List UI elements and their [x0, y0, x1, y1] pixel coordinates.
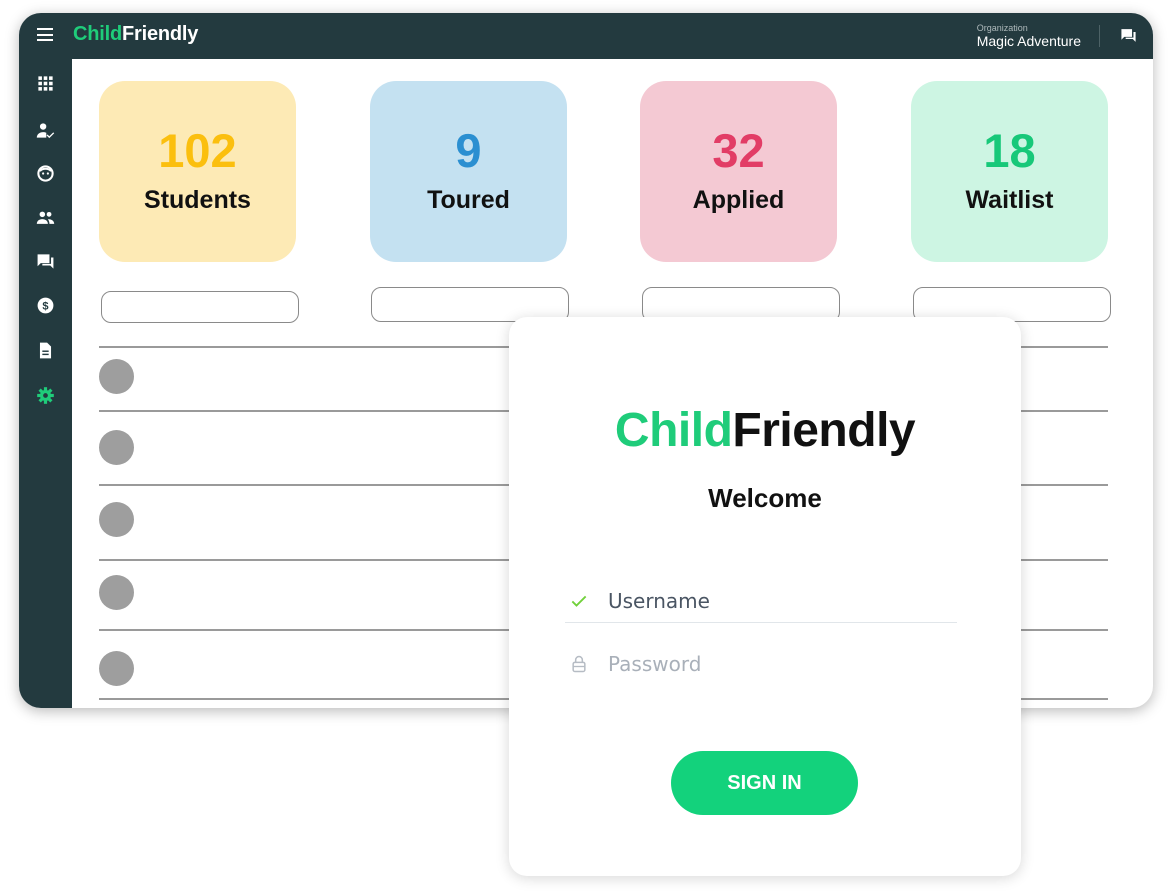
- menu-icon[interactable]: [37, 28, 53, 41]
- lock-icon: [572, 655, 586, 673]
- logo-child-text: Child: [614, 404, 733, 457]
- dollar-icon[interactable]: $: [36, 296, 55, 315]
- stat-value: 9: [455, 124, 482, 177]
- login-card: ChildFriendly Welcome Username Password …: [509, 317, 1021, 876]
- person-check-icon[interactable]: [36, 121, 55, 140]
- list-item-avatar[interactable]: [99, 430, 134, 465]
- stat-value: 18: [983, 124, 1036, 177]
- stat-card-students[interactable]: 102 Students: [99, 81, 296, 262]
- stat-value: 102: [158, 124, 237, 177]
- sign-in-button[interactable]: SIGN IN: [671, 751, 858, 815]
- login-logo: ChildFriendly: [509, 403, 1021, 459]
- stat-card-applied[interactable]: 32 Applied: [640, 81, 837, 262]
- organization-label: Organization: [976, 23, 1028, 33]
- child-face-icon[interactable]: [36, 164, 55, 183]
- list-item-avatar[interactable]: [99, 502, 134, 537]
- organization-name: Magic Adventure: [976, 33, 1081, 49]
- stat-label: Applied: [692, 186, 785, 214]
- list-item-avatar[interactable]: [99, 575, 134, 610]
- list-item-avatar[interactable]: [99, 359, 134, 394]
- stage: ChildFriendly Organization Magic Adventu…: [0, 0, 1176, 895]
- password-placeholder: Password: [608, 652, 702, 676]
- username-field[interactable]: Username: [565, 579, 957, 623]
- stat-label: Toured: [427, 186, 510, 214]
- password-field[interactable]: Password: [565, 642, 957, 686]
- people-icon[interactable]: [36, 208, 55, 227]
- logo-friendly-text: Friendly: [732, 404, 916, 457]
- username-placeholder: Username: [608, 589, 710, 613]
- sidebar: $: [19, 59, 72, 708]
- stat-card-waitlist[interactable]: 18 Waitlist: [911, 81, 1108, 262]
- top-bar: ChildFriendly Organization Magic Adventu…: [19, 13, 1153, 59]
- apps-grid-icon[interactable]: [36, 74, 55, 93]
- check-icon: [571, 595, 587, 607]
- messages-icon[interactable]: [1120, 27, 1137, 44]
- gear-icon[interactable]: [36, 386, 55, 405]
- stat-label: Waitlist: [965, 186, 1054, 214]
- organization-selector[interactable]: Organization Magic Adventure: [977, 23, 1081, 50]
- logo-friendly-text: Friendly: [122, 23, 199, 45]
- stat-value: 32: [712, 124, 765, 177]
- filter-pill-students[interactable]: [101, 291, 299, 323]
- svg-text:$: $: [42, 300, 48, 312]
- logo-child-text: Child: [73, 23, 122, 45]
- stat-label: Students: [144, 186, 251, 214]
- document-icon[interactable]: [36, 341, 55, 360]
- list-item-avatar[interactable]: [99, 651, 134, 686]
- stat-card-toured[interactable]: 9 Toured: [370, 81, 567, 262]
- chat-icon[interactable]: [36, 252, 55, 271]
- header-divider: [1099, 25, 1100, 47]
- app-logo[interactable]: ChildFriendly: [73, 23, 198, 46]
- welcome-heading: Welcome: [708, 483, 822, 513]
